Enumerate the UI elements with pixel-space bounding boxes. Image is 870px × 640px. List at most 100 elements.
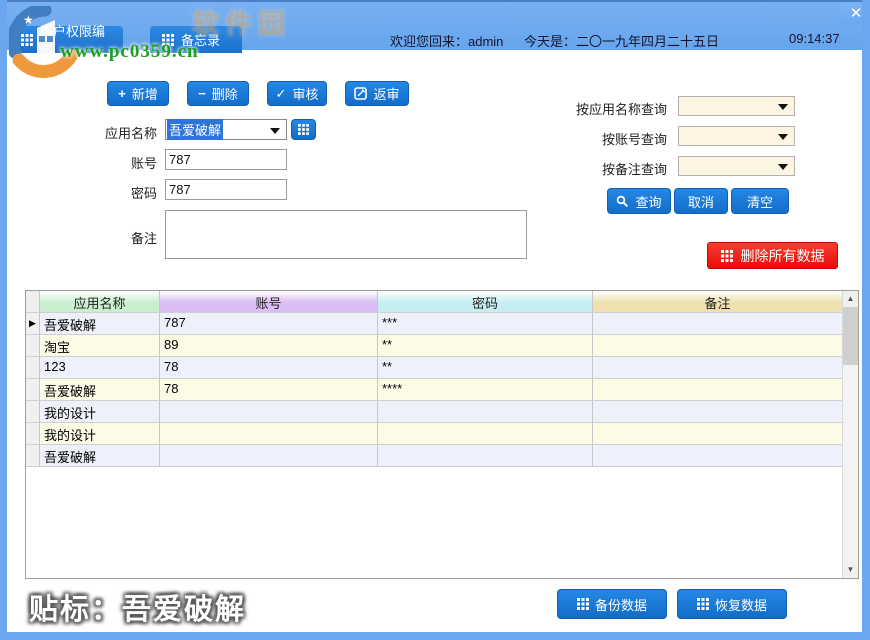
account-input[interactable] <box>165 149 287 170</box>
table-cell[interactable] <box>378 423 593 444</box>
table-cell[interactable] <box>593 401 843 422</box>
chevron-down-icon <box>778 104 788 110</box>
combo-selected-text: 吾爱破解 <box>167 119 224 140</box>
restore-data-button[interactable]: 恢复数据 <box>677 589 787 619</box>
query-by-remark-dropdown[interactable] <box>678 156 795 176</box>
table-cell[interactable]: 78 <box>160 357 378 378</box>
table-body: ▶ 吾爱破解 787 *** 淘宝 89 ** 123 78 ** 吾爱破解 78 **** 我的设计 我的… <box>26 313 858 467</box>
welcome-text: 欢迎您回来：admin <box>390 34 504 49</box>
delete-all-button[interactable]: 删除所有数据 <box>707 242 838 269</box>
query-by-account-dropdown[interactable] <box>678 126 795 146</box>
remark-textarea[interactable] <box>165 210 527 259</box>
close-button[interactable]: ✕ <box>841 3 862 25</box>
query-by-account-label: 按账号查询 <box>601 132 667 147</box>
audit-button[interactable]: ✓ 审核 <box>267 81 327 106</box>
backup-label: 备份数据 <box>594 597 647 613</box>
app-name-grid-button[interactable] <box>291 119 316 140</box>
table-row[interactable]: 淘宝 89 ** <box>26 335 858 357</box>
table-row[interactable]: 我的设计 <box>26 423 858 445</box>
table-cell[interactable] <box>378 445 593 466</box>
row-indicator-cell <box>26 445 40 466</box>
col-header-password[interactable]: 密码 <box>378 291 593 312</box>
audit-label: 审核 <box>292 87 319 102</box>
remark-label: 备注 <box>130 231 157 246</box>
col-header-remark[interactable]: 备注 <box>593 291 843 312</box>
col-header-account[interactable]: 账号 <box>160 291 378 312</box>
table-cell[interactable]: 我的设计 <box>40 401 160 422</box>
query-by-app-dropdown[interactable] <box>678 96 795 116</box>
minus-icon: − <box>198 86 206 101</box>
chevron-down-icon <box>778 164 788 170</box>
add-label: 新增 <box>131 87 158 102</box>
table-cell[interactable] <box>593 313 843 334</box>
table-cell[interactable]: 吾爱破解 <box>40 379 160 400</box>
table-cell[interactable] <box>160 423 378 444</box>
table-cell[interactable]: **** <box>378 379 593 400</box>
title-bar: 用户权限编辑 备忘录 欢迎您回来：admin 今天是：二〇一九年四月二十五日 0… <box>7 0 862 58</box>
table-cell[interactable]: ** <box>378 357 593 378</box>
table-cell[interactable] <box>593 357 843 378</box>
cancel-label: 取消 <box>687 194 714 210</box>
col-header-app-name[interactable]: 应用名称 <box>40 291 160 312</box>
table-cell[interactable] <box>593 335 843 356</box>
clear-button[interactable]: 清空 <box>731 188 789 214</box>
table-cell[interactable]: 吾爱破解 <box>40 445 160 466</box>
table-row[interactable]: 我的设计 <box>26 401 858 423</box>
scroll-down-icon[interactable]: ▼ <box>843 562 858 578</box>
row-indicator-cell <box>26 379 40 400</box>
return-audit-button[interactable]: 返审 <box>345 81 409 106</box>
row-indicator-header <box>26 291 40 312</box>
table-cell[interactable]: 89 <box>160 335 378 356</box>
table-cell[interactable]: 123 <box>40 357 160 378</box>
query-by-app-label: 按应用名称查询 <box>575 102 667 117</box>
table-cell[interactable] <box>378 401 593 422</box>
backup-data-button[interactable]: 备份数据 <box>557 589 667 619</box>
table-cell[interactable] <box>160 445 378 466</box>
cancel-button[interactable]: 取消 <box>674 188 728 214</box>
search-label: 查询 <box>635 194 662 210</box>
tab-memo[interactable]: 备忘录 <box>150 26 242 53</box>
table-cell[interactable] <box>593 445 843 466</box>
sticker-label: 贴标：吾爱破解 <box>29 594 247 626</box>
table-cell[interactable] <box>160 401 378 422</box>
table-cell[interactable]: 我的设计 <box>40 423 160 444</box>
table-cell[interactable]: ** <box>378 335 593 356</box>
check-icon: ✓ <box>275 86 287 101</box>
grid-icon <box>576 598 589 610</box>
grid-icon <box>720 249 733 262</box>
scroll-up-icon[interactable]: ▲ <box>843 291 858 307</box>
vertical-scrollbar[interactable]: ▲ ▼ <box>842 291 858 578</box>
table-row[interactable]: 吾爱破解 <box>26 445 858 467</box>
table-cell[interactable]: 787 <box>160 313 378 334</box>
table-cell[interactable] <box>593 379 843 400</box>
table-cell[interactable]: 78 <box>160 379 378 400</box>
password-input[interactable] <box>165 179 287 200</box>
table-cell[interactable]: *** <box>378 313 593 334</box>
row-indicator-cell: ▶ <box>26 313 40 334</box>
query-by-remark-label: 按备注查询 <box>601 162 667 177</box>
search-button[interactable]: 查询 <box>607 188 671 214</box>
clear-label: 清空 <box>746 194 773 210</box>
chevron-down-icon <box>778 134 788 140</box>
edit-note-icon <box>354 87 368 100</box>
table-row[interactable]: ▶ 吾爱破解 787 *** <box>26 313 858 335</box>
table-cell[interactable] <box>593 423 843 444</box>
password-label: 密码 <box>130 186 157 201</box>
grid-icon <box>21 33 33 46</box>
time-text: 09:14:37 <box>789 31 840 46</box>
table-row[interactable]: 吾爱破解 78 **** <box>26 379 858 401</box>
chevron-down-icon <box>270 128 280 134</box>
scrollbar-thumb[interactable] <box>843 307 858 365</box>
row-indicator-cell <box>26 401 40 422</box>
table-row[interactable]: 123 78 ** <box>26 357 858 379</box>
add-button[interactable]: + 新增 <box>107 81 169 106</box>
app-name-combobox[interactable]: 吾爱破解 <box>165 119 287 140</box>
grid-icon <box>162 33 174 46</box>
search-icon <box>616 195 629 208</box>
tab-user-permissions[interactable]: 用户权限编辑 <box>9 24 123 58</box>
plus-icon: + <box>118 86 126 101</box>
delete-all-label: 删除所有数据 <box>740 247 825 264</box>
table-cell[interactable]: 吾爱破解 <box>40 313 160 334</box>
delete-button[interactable]: − 删除 <box>187 81 249 106</box>
table-cell[interactable]: 淘宝 <box>40 335 160 356</box>
